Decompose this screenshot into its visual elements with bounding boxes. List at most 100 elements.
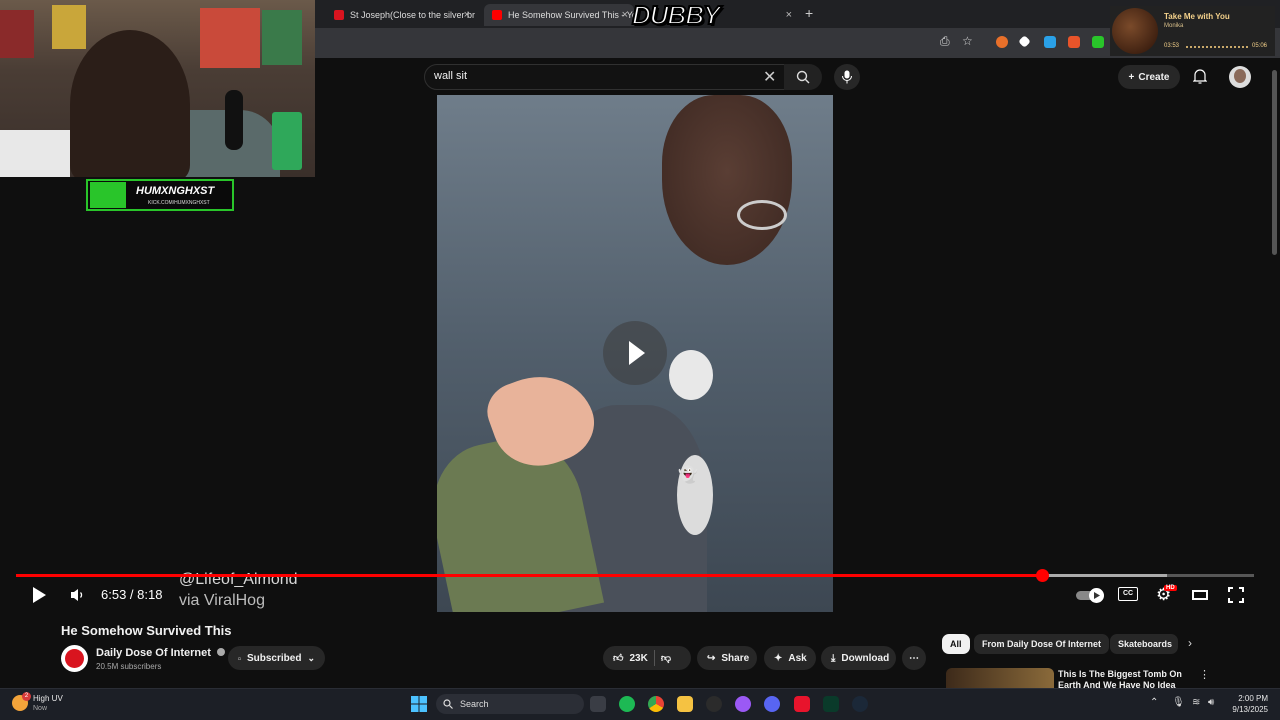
share-button[interactable]: ↪ Share bbox=[697, 646, 757, 670]
bookmark-star-icon[interactable]: ☆ bbox=[962, 34, 973, 48]
new-tab-button[interactable]: + bbox=[805, 5, 813, 21]
more-vertical-icon[interactable]: ⋮ bbox=[1199, 668, 1210, 681]
tab-youtube-video[interactable]: He Somehow Survived This - Yo × bbox=[484, 4, 634, 26]
chip-from-channel[interactable]: From Daily Dose Of Internet bbox=[974, 634, 1110, 654]
windows-start-icon[interactable] bbox=[411, 696, 427, 712]
center-play-button[interactable] bbox=[603, 321, 667, 385]
video-frame-shoe bbox=[669, 350, 713, 400]
bell-icon bbox=[238, 656, 241, 660]
notifications-bell-icon[interactable] bbox=[1193, 68, 1207, 84]
tab-close-icon[interactable]: × bbox=[464, 9, 470, 21]
play-icon[interactable] bbox=[30, 586, 48, 604]
now-playing-widget[interactable]: Take Me with You Monika 03:53 05:06 bbox=[1110, 6, 1275, 56]
spotify-icon[interactable] bbox=[619, 696, 635, 712]
fullscreen-icon[interactable] bbox=[1228, 587, 1244, 603]
youtube-favicon-icon bbox=[492, 10, 502, 20]
download-icon: ⤓ bbox=[831, 652, 836, 664]
tab-favicon-icon bbox=[334, 10, 344, 20]
theater-mode-icon[interactable] bbox=[1192, 590, 1208, 600]
more-horizontal-icon: ⋯ bbox=[909, 652, 919, 664]
ask-button[interactable]: ✦ Ask bbox=[764, 646, 816, 670]
wall-poster bbox=[200, 8, 260, 68]
speaker-icon[interactable]: 🔊︎ bbox=[1208, 697, 1214, 708]
app-icon[interactable] bbox=[735, 696, 751, 712]
like-dislike-group: 👍︎ 23K 👎︎ bbox=[603, 646, 691, 670]
app-icon[interactable] bbox=[794, 696, 810, 712]
thumbs-down-icon[interactable]: 👎︎ bbox=[661, 652, 671, 664]
extension-icon[interactable] bbox=[1044, 36, 1056, 48]
extension-icon[interactable] bbox=[1068, 36, 1080, 48]
verified-icon bbox=[216, 648, 225, 656]
subscribed-button[interactable]: Subscribed ⌄ bbox=[228, 646, 325, 670]
video-progress-bar[interactable] bbox=[16, 569, 1254, 582]
autoplay-toggle[interactable] bbox=[1076, 588, 1106, 603]
chrome-icon[interactable] bbox=[648, 696, 664, 712]
tab-st-joseph[interactable]: St Joseph(Close to the silver br × bbox=[326, 4, 476, 26]
streamer-microphone bbox=[225, 90, 243, 150]
windows-taskbar bbox=[0, 688, 1280, 720]
tab-title: St Joseph(Close to the silver br bbox=[350, 10, 476, 20]
voice-search-button[interactable] bbox=[834, 64, 860, 90]
played-bar bbox=[16, 574, 1043, 577]
download-button[interactable]: ⤓ Download bbox=[821, 646, 896, 670]
tab-close-icon[interactable]: × bbox=[622, 9, 628, 21]
chevron-down-icon: ⌄ bbox=[307, 652, 315, 663]
desk bbox=[0, 130, 70, 177]
task-view-icon[interactable] bbox=[590, 696, 606, 712]
video-player[interactable]: 👻 bbox=[437, 95, 833, 612]
download-label: Download bbox=[841, 652, 890, 664]
tray-chevron-up-icon[interactable]: ⌃ bbox=[1150, 697, 1158, 708]
weather-title[interactable]: High UV bbox=[33, 694, 63, 703]
page-scrollbar[interactable] bbox=[1270, 58, 1280, 688]
autoplay-play-icon bbox=[1094, 592, 1100, 599]
kick-channel-badge: HUMXNGHXST KICK.COM/HUMXNGHXST bbox=[86, 179, 234, 211]
clear-search-icon[interactable]: ✕ bbox=[763, 67, 776, 87]
file-explorer-icon[interactable] bbox=[677, 696, 693, 712]
video-title: He Somehow Survived This bbox=[61, 623, 232, 638]
volume-icon[interactable] bbox=[70, 588, 86, 602]
channel-name[interactable]: Daily Dose Of Internet bbox=[96, 647, 225, 659]
chip-skateboards[interactable]: Skateboards bbox=[1110, 634, 1178, 654]
install-app-icon[interactable]: ⎙ bbox=[940, 34, 950, 49]
taskbar-search-box[interactable]: Search bbox=[436, 694, 584, 714]
weather-alert-badge: 2 bbox=[22, 692, 31, 701]
settings-gear-icon[interactable]: ⚙ HD bbox=[1156, 585, 1177, 605]
hd-badge: HD bbox=[1164, 585, 1177, 591]
taskbar-date[interactable]: 9/13/2025 bbox=[1222, 705, 1268, 714]
channel-avatar[interactable] bbox=[61, 645, 88, 672]
video-watermark-source: via ViralHog bbox=[179, 592, 265, 609]
video-frame-cat bbox=[662, 95, 792, 265]
extension-icon[interactable] bbox=[1092, 36, 1104, 48]
share-label: Share bbox=[721, 652, 750, 664]
extension-icon[interactable] bbox=[996, 36, 1008, 48]
like-button[interactable]: 👍︎ 23K bbox=[613, 652, 648, 665]
discord-icon[interactable] bbox=[764, 696, 780, 712]
song-title: Take Me with You bbox=[1164, 12, 1230, 21]
recommended-title[interactable]: This Is The Biggest Tomb On Earth And We… bbox=[1058, 669, 1188, 688]
scrollbar-thumb[interactable] bbox=[1272, 70, 1277, 255]
more-actions-button[interactable]: ⋯ bbox=[902, 646, 926, 670]
captions-icon[interactable]: CC bbox=[1118, 587, 1138, 601]
weather-subtitle: Now bbox=[33, 705, 48, 712]
tab-close-icon[interactable]: × bbox=[776, 4, 796, 26]
streamer-head bbox=[70, 30, 190, 177]
create-button[interactable]: + Create bbox=[1118, 65, 1180, 89]
microphone-tray-icon[interactable]: 🎙︎ bbox=[1172, 697, 1185, 708]
scrubber-handle[interactable] bbox=[1036, 569, 1050, 582]
taskbar-clock[interactable]: 2:00 PM bbox=[1228, 694, 1268, 703]
sparkle-icon: ✦ bbox=[774, 652, 783, 664]
obs-icon[interactable] bbox=[706, 696, 722, 712]
create-label: Create bbox=[1138, 71, 1170, 83]
divider bbox=[653, 650, 655, 666]
steam-icon[interactable] bbox=[852, 696, 868, 712]
recommended-thumbnail[interactable] bbox=[946, 668, 1054, 688]
search-button[interactable] bbox=[784, 64, 822, 90]
search-value[interactable]: wall sit bbox=[434, 70, 467, 82]
song-progress bbox=[1186, 46, 1248, 48]
search-input[interactable] bbox=[424, 64, 788, 90]
terminal-icon[interactable] bbox=[823, 696, 839, 712]
account-avatar[interactable] bbox=[1229, 66, 1251, 88]
wifi-icon[interactable]: ≋ bbox=[1192, 697, 1200, 708]
chip-all[interactable]: All bbox=[942, 634, 970, 654]
chevron-right-icon[interactable]: › bbox=[1188, 636, 1192, 650]
